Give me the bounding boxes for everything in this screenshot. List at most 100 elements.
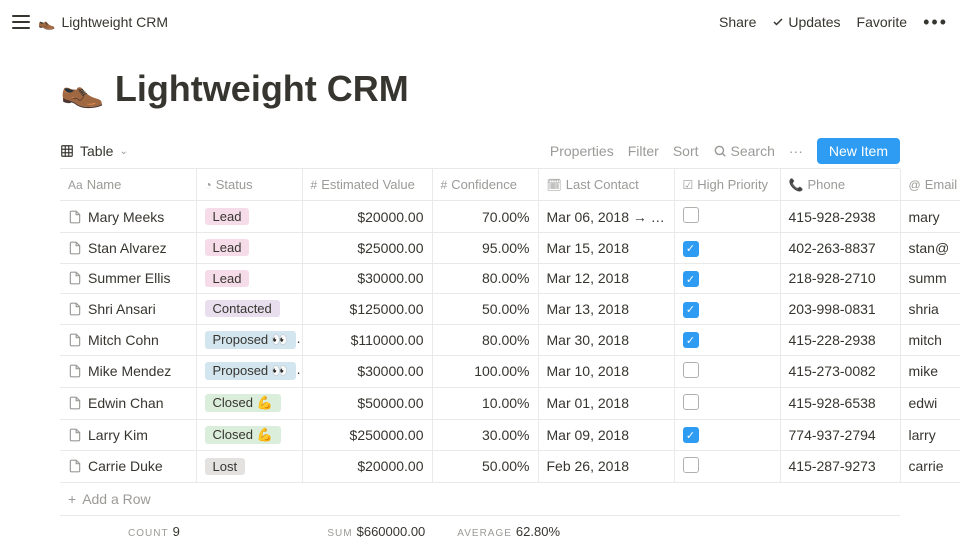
cell-est[interactable]: $20000.00 bbox=[302, 201, 432, 233]
cell-name[interactable]: Carrie Duke bbox=[60, 450, 196, 482]
cell-name[interactable]: Summer Ellis bbox=[60, 263, 196, 294]
cell-status[interactable]: Contacted bbox=[196, 294, 302, 325]
cell-email[interactable]: larry bbox=[900, 419, 960, 450]
table-row[interactable]: Summer EllisLead$30000.0080.00%Mar 12, 2… bbox=[60, 263, 960, 294]
cell-name[interactable]: Stan Alvarez bbox=[60, 233, 196, 264]
cell-priority[interactable]: ✓ bbox=[674, 233, 780, 264]
favorite-button[interactable]: Favorite bbox=[857, 14, 908, 30]
cell-priority[interactable] bbox=[674, 355, 780, 387]
cell-phone[interactable]: 415-287-9273 bbox=[780, 450, 900, 482]
col-status[interactable]: ◔Status bbox=[196, 169, 302, 201]
new-item-button[interactable]: New Item bbox=[817, 138, 900, 164]
cell-email[interactable]: carrie bbox=[900, 450, 960, 482]
cell-email[interactable]: mary bbox=[900, 201, 960, 233]
priority-checkbox[interactable] bbox=[683, 207, 699, 223]
priority-checkbox[interactable]: ✓ bbox=[683, 271, 699, 287]
cell-phone[interactable]: 415-273-0082 bbox=[780, 355, 900, 387]
cell-priority[interactable]: ✓ bbox=[674, 294, 780, 325]
cell-conf[interactable]: 50.00% bbox=[432, 294, 538, 325]
more-view-icon[interactable]: ··· bbox=[789, 143, 803, 159]
cell-phone[interactable]: 774-937-2794 bbox=[780, 419, 900, 450]
properties-button[interactable]: Properties bbox=[550, 143, 614, 159]
cell-est[interactable]: $20000.00 bbox=[302, 450, 432, 482]
table-row[interactable]: Mitch CohnProposed 👀$110000.0080.00%Mar … bbox=[60, 324, 960, 355]
cell-status[interactable]: Proposed 👀 bbox=[196, 355, 302, 387]
view-tab[interactable]: Table ⌄ bbox=[60, 139, 128, 163]
table-row[interactable]: Larry KimClosed 💪$250000.0030.00%Mar 09,… bbox=[60, 419, 960, 450]
cell-name[interactable]: Larry Kim bbox=[60, 419, 196, 450]
add-row-button[interactable]: + Add a Row bbox=[60, 483, 900, 516]
cell-last[interactable]: Mar 10, 2018 bbox=[538, 355, 674, 387]
cell-phone[interactable]: 203-998-0831 bbox=[780, 294, 900, 325]
cell-email[interactable]: shria bbox=[900, 294, 960, 325]
priority-checkbox[interactable]: ✓ bbox=[683, 427, 699, 443]
priority-checkbox[interactable]: ✓ bbox=[683, 302, 699, 318]
cell-est[interactable]: $30000.00 bbox=[302, 355, 432, 387]
table-row[interactable]: Mike MendezProposed 👀$30000.00100.00%Mar… bbox=[60, 355, 960, 387]
hamburger-icon[interactable] bbox=[12, 15, 30, 29]
cell-status[interactable]: Proposed 👀 bbox=[196, 324, 302, 355]
cell-email[interactable]: stan@ bbox=[900, 233, 960, 264]
priority-checkbox[interactable]: ✓ bbox=[683, 241, 699, 257]
cell-email[interactable]: edwi bbox=[900, 387, 960, 419]
cell-name[interactable]: Mike Mendez bbox=[60, 355, 196, 387]
share-button[interactable]: Share bbox=[719, 14, 756, 30]
col-est[interactable]: #Estimated Value bbox=[302, 169, 432, 201]
cell-priority[interactable] bbox=[674, 201, 780, 233]
cell-last[interactable]: Mar 15, 2018 bbox=[538, 233, 674, 264]
cell-conf[interactable]: 30.00% bbox=[432, 419, 538, 450]
cell-conf[interactable]: 80.00% bbox=[432, 263, 538, 294]
cell-phone[interactable]: 415-928-2938 bbox=[780, 201, 900, 233]
cell-name[interactable]: Shri Ansari bbox=[60, 294, 196, 325]
cell-priority[interactable]: ✓ bbox=[674, 419, 780, 450]
search-button[interactable]: Search bbox=[713, 143, 775, 159]
table-row[interactable]: Stan AlvarezLead$25000.0095.00%Mar 15, 2… bbox=[60, 233, 960, 264]
cell-conf[interactable]: 10.00% bbox=[432, 387, 538, 419]
cell-status[interactable]: Closed 💪 bbox=[196, 387, 302, 419]
cell-est[interactable]: $110000.00 bbox=[302, 324, 432, 355]
cell-est[interactable]: $125000.00 bbox=[302, 294, 432, 325]
cell-email[interactable]: mitch bbox=[900, 324, 960, 355]
col-priority[interactable]: ☑High Priority bbox=[674, 169, 780, 201]
cell-name[interactable]: Edwin Chan bbox=[60, 387, 196, 419]
cell-phone[interactable]: 402-263-8837 bbox=[780, 233, 900, 264]
col-email[interactable]: @Email bbox=[900, 169, 960, 201]
table-row[interactable]: Mary MeeksLead$20000.0070.00%Mar 06, 201… bbox=[60, 201, 960, 233]
cell-conf[interactable]: 100.00% bbox=[432, 355, 538, 387]
cell-priority[interactable]: ✓ bbox=[674, 263, 780, 294]
updates-button[interactable]: Updates bbox=[772, 14, 840, 30]
cell-priority[interactable] bbox=[674, 387, 780, 419]
col-last[interactable]: 🗓Last Contact bbox=[538, 169, 674, 201]
col-phone[interactable]: 📞Phone bbox=[780, 169, 900, 201]
cell-status[interactable]: Lead bbox=[196, 233, 302, 264]
sort-button[interactable]: Sort bbox=[673, 143, 699, 159]
priority-checkbox[interactable] bbox=[683, 394, 699, 410]
table-row[interactable]: Carrie DukeLost$20000.0050.00%Feb 26, 20… bbox=[60, 450, 960, 482]
cell-email[interactable]: summ bbox=[900, 263, 960, 294]
cell-status[interactable]: Lead bbox=[196, 201, 302, 233]
col-conf[interactable]: #Confidence bbox=[432, 169, 538, 201]
cell-last[interactable]: Mar 06, 2018 → Mar 0 bbox=[538, 201, 674, 233]
table-row[interactable]: Edwin ChanClosed 💪$50000.0010.00%Mar 01,… bbox=[60, 387, 960, 419]
cell-phone[interactable]: 218-928-2710 bbox=[780, 263, 900, 294]
cell-status[interactable]: Lead bbox=[196, 263, 302, 294]
cell-email[interactable]: mike bbox=[900, 355, 960, 387]
cell-last[interactable]: Feb 26, 2018 bbox=[538, 450, 674, 482]
cell-conf[interactable]: 95.00% bbox=[432, 233, 538, 264]
cell-est[interactable]: $50000.00 bbox=[302, 387, 432, 419]
cell-conf[interactable]: 50.00% bbox=[432, 450, 538, 482]
table-row[interactable]: Shri AnsariContacted$125000.0050.00%Mar … bbox=[60, 294, 960, 325]
cell-phone[interactable]: 415-228-2938 bbox=[780, 324, 900, 355]
cell-conf[interactable]: 80.00% bbox=[432, 324, 538, 355]
filter-button[interactable]: Filter bbox=[628, 143, 659, 159]
col-name[interactable]: AaName bbox=[60, 169, 196, 201]
priority-checkbox[interactable] bbox=[683, 362, 699, 378]
cell-name[interactable]: Mary Meeks bbox=[60, 201, 196, 233]
cell-last[interactable]: Mar 01, 2018 bbox=[538, 387, 674, 419]
cell-priority[interactable] bbox=[674, 450, 780, 482]
cell-status[interactable]: Closed 💪 bbox=[196, 419, 302, 450]
cell-phone[interactable]: 415-928-6538 bbox=[780, 387, 900, 419]
cell-last[interactable]: Mar 13, 2018 bbox=[538, 294, 674, 325]
priority-checkbox[interactable] bbox=[683, 457, 699, 473]
more-icon[interactable]: ••• bbox=[923, 12, 948, 33]
